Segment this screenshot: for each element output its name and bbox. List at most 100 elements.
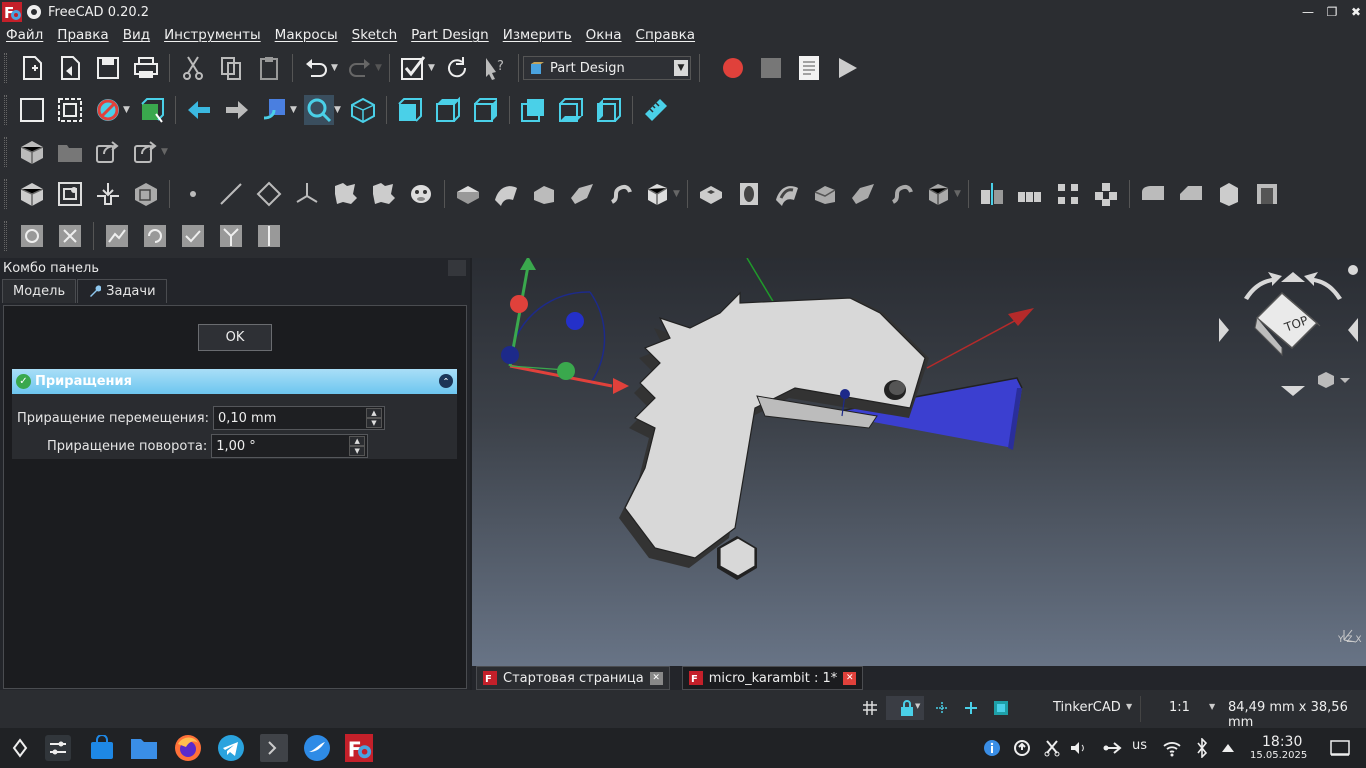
network-share-icon[interactable] (1098, 734, 1126, 762)
datum-plane-icon[interactable] (254, 179, 284, 209)
window-menu-icon[interactable] (26, 4, 42, 20)
menu-measure[interactable]: Измерить (503, 27, 572, 43)
toolbar-grip[interactable] (4, 221, 7, 251)
additive-pipe-icon[interactable] (567, 179, 597, 209)
clipboard-scissors-icon[interactable] (1038, 734, 1066, 762)
top-view-icon[interactable] (433, 95, 463, 125)
spin-up-icon[interactable]: ▲ (365, 408, 382, 418)
sketch-point[interactable] (840, 389, 850, 399)
left-view-icon[interactable] (594, 95, 624, 125)
map-sketch-icon[interactable] (102, 221, 132, 251)
subtractive-loft-icon[interactable] (810, 179, 840, 209)
right-view-icon[interactable] (471, 95, 501, 125)
firefox-icon[interactable] (174, 734, 202, 762)
show-desktop-icon[interactable] (1326, 734, 1354, 762)
front-view-icon[interactable] (395, 95, 425, 125)
redo-dropdown-icon[interactable]: ▼ (375, 63, 383, 73)
snap-ortho-icon[interactable] (963, 700, 979, 716)
open-document-icon[interactable] (55, 53, 85, 83)
y-arrow-icon[interactable] (520, 258, 536, 270)
snap-lock-button[interactable]: ▼ (886, 696, 924, 720)
revolution-icon[interactable] (491, 179, 521, 209)
maximize-button[interactable]: ❐ (1322, 2, 1342, 22)
local-coordinate-system-icon[interactable] (292, 179, 322, 209)
navigation-style-selector[interactable]: TinkerCAD ▼ (1030, 696, 1140, 722)
zoom-ratio-selector[interactable]: 1:1 ▼ (1140, 696, 1220, 722)
create-sketch-icon[interactable] (55, 179, 85, 209)
view-back-icon[interactable] (184, 95, 214, 125)
working-plane-icon[interactable] (993, 700, 1009, 716)
record-macro-icon[interactable] (718, 53, 748, 83)
tray-expand-icon[interactable] (1214, 734, 1242, 762)
paste-icon[interactable] (254, 53, 284, 83)
origin-handle[interactable] (501, 346, 519, 364)
nav-right-icon[interactable] (1348, 318, 1358, 342)
close-tab-icon[interactable]: ✕ (843, 671, 857, 685)
tab-start-page[interactable]: F Стартовая страница ✕ (476, 666, 670, 690)
stop-macro-icon[interactable] (756, 53, 786, 83)
spin-down-icon[interactable]: ▼ (365, 418, 382, 428)
view-menu-cube-icon[interactable] (1318, 372, 1334, 388)
additive-loft-icon[interactable] (529, 179, 559, 209)
subtractive-pipe-icon[interactable] (848, 179, 878, 209)
workbench-selector[interactable]: Part Design ▼ (523, 56, 691, 80)
bluetooth-icon[interactable] (1188, 734, 1216, 762)
create-link-icon[interactable] (93, 137, 123, 167)
subtractive-helix-icon[interactable] (886, 179, 916, 209)
increments-panel-header[interactable]: ✓ Приращения ⌃ (12, 369, 457, 394)
draft-icon[interactable] (1214, 179, 1244, 209)
mirrored-icon[interactable] (977, 179, 1007, 209)
bottom-view-icon[interactable] (556, 95, 586, 125)
sub-shape-binder-icon[interactable] (368, 179, 398, 209)
rear-view-icon[interactable] (518, 95, 548, 125)
menu-tools[interactable]: Инструменты (164, 27, 261, 43)
fillet-icon[interactable] (1138, 179, 1168, 209)
clock-date[interactable]: 15.05.2025 (1250, 750, 1307, 761)
recompute-dropdown-icon[interactable]: ▼ (428, 63, 436, 73)
linear-pattern-icon[interactable] (1015, 179, 1045, 209)
hole-icon[interactable] (734, 179, 764, 209)
rotate-increment-input[interactable]: 1,00 ° ▲ ▼ (211, 434, 369, 458)
whats-this-icon[interactable]: ? (480, 53, 510, 83)
keyboard-layout[interactable]: us (1132, 738, 1147, 753)
link-actions-dropdown-icon[interactable]: ▼ (161, 147, 169, 157)
subtractive-box-icon[interactable] (924, 179, 954, 209)
validate-sketch-icon[interactable] (93, 179, 123, 209)
x-arrow-icon[interactable] (613, 378, 629, 394)
menu-edit[interactable]: Правка (57, 27, 108, 43)
create-part-icon[interactable] (17, 137, 47, 167)
menu-sketch[interactable]: Sketch (352, 27, 397, 43)
additive-box-icon[interactable] (643, 179, 673, 209)
navcube-menu-icon[interactable] (1348, 265, 1358, 275)
macros-icon[interactable] (794, 53, 824, 83)
lock-dropdown-icon[interactable]: ▼ (915, 702, 920, 710)
additive-primitive-dropdown-icon[interactable]: ▼ (673, 189, 681, 199)
terminal-icon[interactable] (260, 734, 288, 762)
telegram-icon[interactable] (217, 734, 245, 762)
draw-style-icon[interactable] (93, 95, 123, 125)
refresh-icon[interactable] (442, 53, 472, 83)
multi-transform-icon[interactable] (1091, 179, 1121, 209)
cut-icon[interactable] (178, 53, 208, 83)
recompute-check-icon[interactable] (398, 53, 428, 83)
3d-viewport[interactable]: TOP Y Z X (472, 258, 1366, 666)
app-launcher-icon[interactable] (6, 734, 34, 762)
view-forward-icon[interactable] (222, 95, 252, 125)
rotate-cw-icon[interactable] (1304, 272, 1342, 300)
polar-pattern-icon[interactable] (1053, 179, 1083, 209)
view-menu-dropdown-icon[interactable] (1340, 378, 1350, 383)
file-manager-icon[interactable] (130, 734, 158, 762)
grid-icon[interactable] (862, 700, 878, 716)
discover-store-icon[interactable] (88, 734, 116, 762)
pad-icon[interactable] (453, 179, 483, 209)
menu-macros[interactable]: Макросы (275, 27, 338, 43)
close-button[interactable]: ✖ (1346, 2, 1366, 22)
rotate-increment-spin-buttons[interactable]: ▲ ▼ (349, 436, 366, 456)
additive-helix-icon[interactable] (605, 179, 635, 209)
reorient-sketch-icon[interactable] (140, 221, 170, 251)
menu-windows[interactable]: Окна (586, 27, 622, 43)
menu-file[interactable]: Файл (6, 27, 43, 43)
draw-style-dropdown-icon[interactable]: ▼ (123, 105, 131, 115)
thickness-icon[interactable] (1252, 179, 1282, 209)
measure-distance-icon[interactable] (641, 95, 671, 125)
